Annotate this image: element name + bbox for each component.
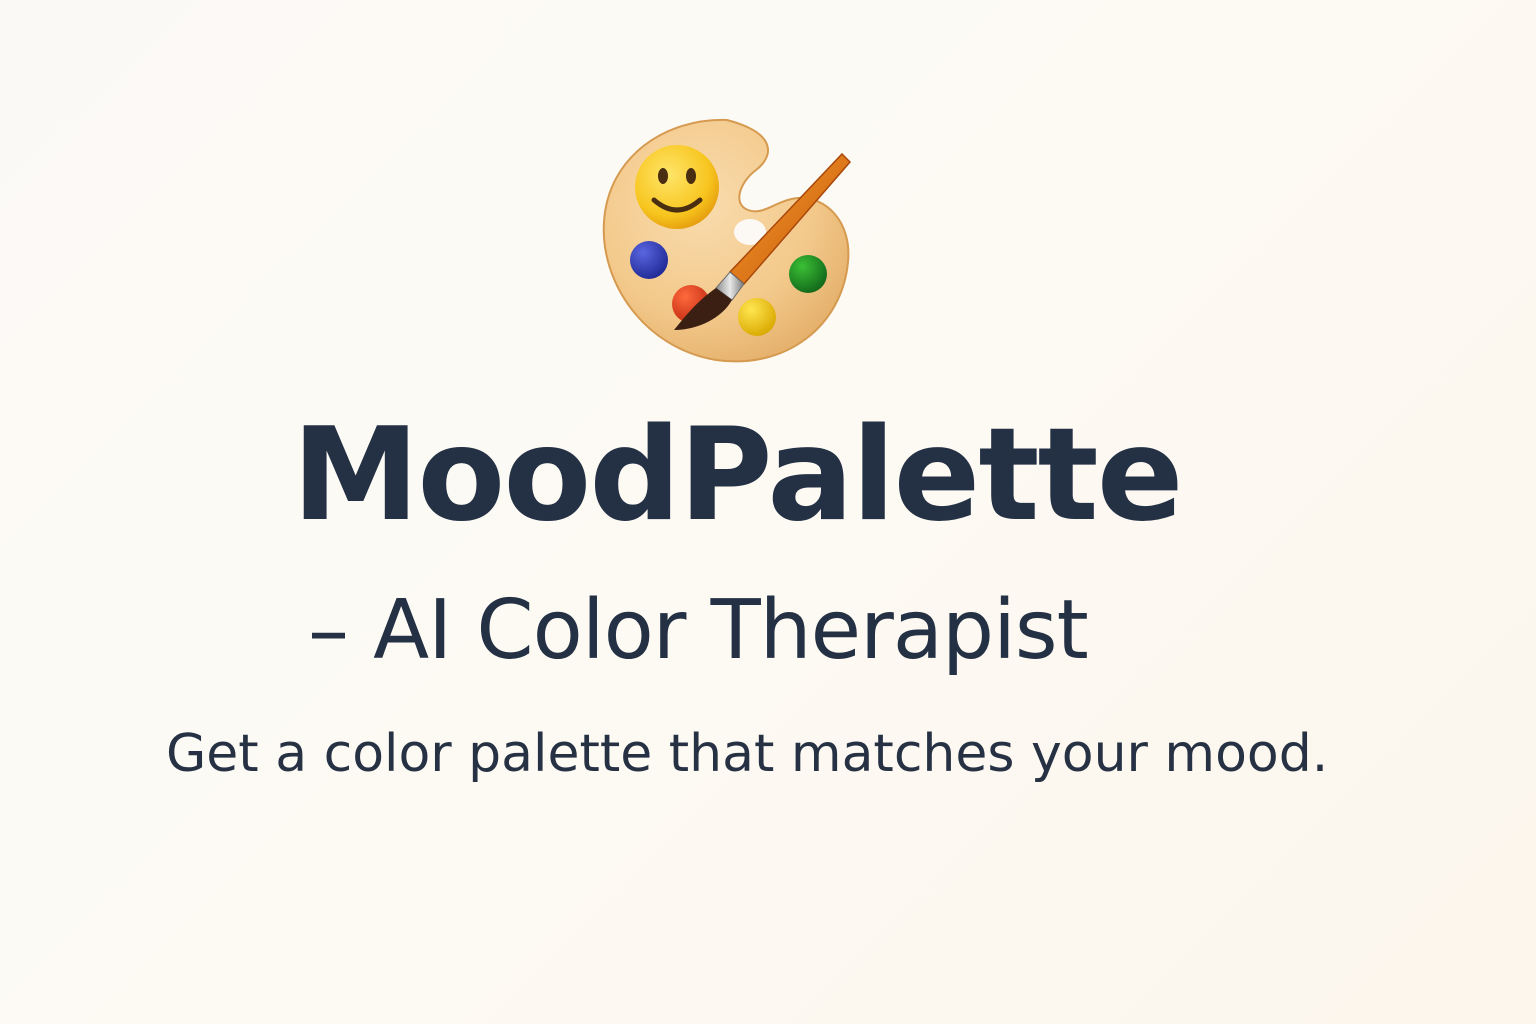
tagline: Get a color palette that matches your mo… (166, 724, 1329, 784)
splash-screen: MoodPalette – AI Color Therapist Get a c… (0, 0, 1536, 1024)
tagline-container: Get a color palette that matches your mo… (166, 724, 1329, 798)
app-title: MoodPalette (292, 401, 1184, 550)
smiley-face-icon (635, 145, 719, 229)
app-title-container: MoodPalette (292, 401, 1184, 562)
palette-logo-icon (596, 112, 858, 370)
app-subtitle: – AI Color Therapist (308, 583, 1089, 678)
app-subtitle-container: – AI Color Therapist (308, 590, 1148, 690)
